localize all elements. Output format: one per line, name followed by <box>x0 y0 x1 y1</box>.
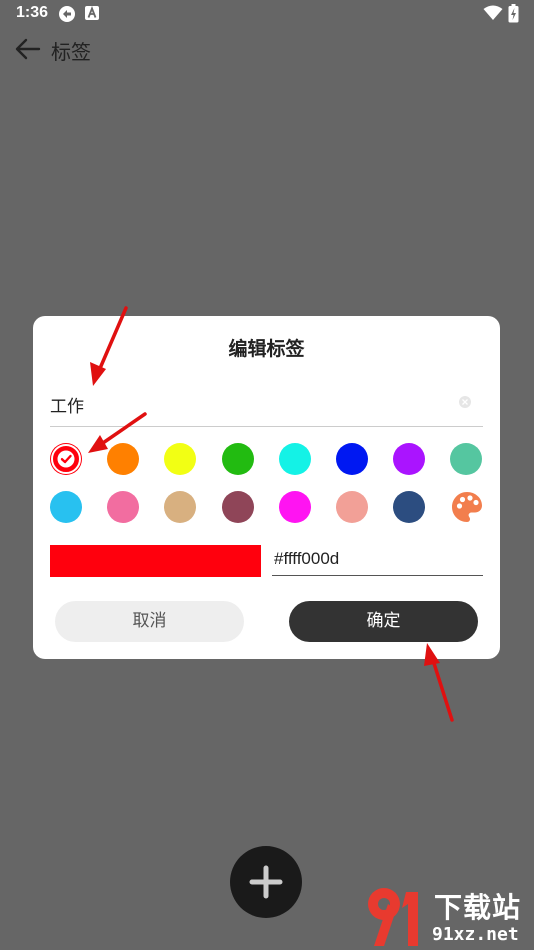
arrow-head-swatch <box>88 435 108 453</box>
arrow-head-name <box>90 362 106 386</box>
watermark-title: 下载站 <box>434 891 522 924</box>
annotation-arrows <box>88 306 454 722</box>
arrow-head-confirm <box>424 643 440 666</box>
watermark-url: 91xz.net <box>432 924 519 945</box>
watermark-logo <box>368 888 418 946</box>
arrow-to-confirm <box>430 655 454 722</box>
arrow-to-name-field <box>96 306 128 375</box>
watermark: 下载站 91xz.net <box>362 884 532 948</box>
arrow-to-red-swatch <box>98 412 147 447</box>
